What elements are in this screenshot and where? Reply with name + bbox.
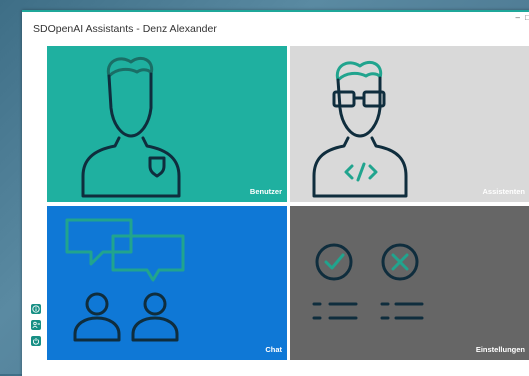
window-title: SDOpenAI Assistants - Denz Alexander: [33, 23, 217, 35]
user-switch-icon[interactable]: [31, 320, 41, 330]
tile-label-chat: Chat: [265, 345, 282, 354]
minimize-button[interactable]: ‒: [516, 14, 520, 22]
tile-benutzer[interactable]: Benutzer: [47, 46, 287, 202]
maximize-button[interactable]: □: [525, 14, 529, 22]
tile-einstellungen[interactable]: Einstellungen: [290, 206, 529, 360]
tile-assistenten[interactable]: Assistenten: [290, 46, 529, 202]
developer-icon: [312, 61, 408, 198]
tile-chat[interactable]: Chat: [47, 206, 287, 360]
title-bar: SDOpenAI Assistants - Denz Alexander ‒ □: [22, 12, 529, 42]
tile-label-benutzer: Benutzer: [249, 187, 282, 196]
power-icon[interactable]: [31, 336, 41, 346]
chat-icon: [65, 218, 185, 342]
tile-label-einstellungen: Einstellungen: [475, 345, 525, 354]
user-icon: [81, 57, 181, 198]
info-icon[interactable]: [31, 304, 41, 314]
settings-checklist-icon: [312, 243, 424, 320]
tile-label-assistenten: Assistenten: [482, 187, 525, 196]
app-window: SDOpenAI Assistants - Denz Alexander ‒ □…: [22, 10, 529, 376]
